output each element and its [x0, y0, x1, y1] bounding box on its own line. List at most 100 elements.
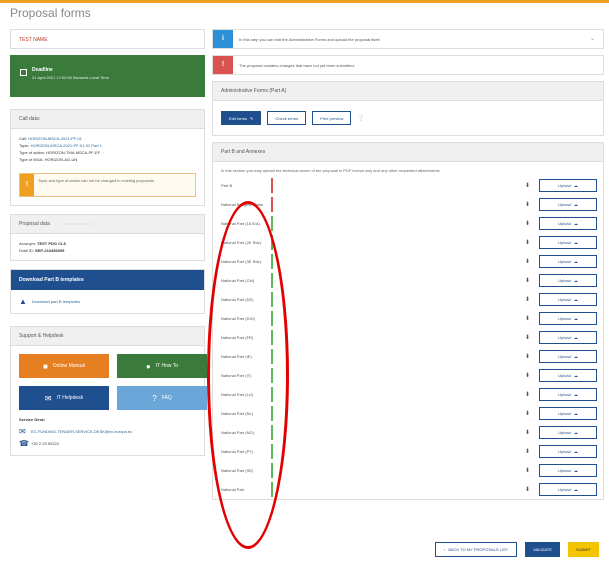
submit-button[interactable]: SUBMIT [567, 542, 599, 557]
annex-status-bar [271, 349, 273, 364]
upload-button[interactable]: Upload ☁ [539, 236, 597, 249]
upload-button[interactable]: Upload ☁ [539, 426, 597, 439]
online-manual-label: Online Manual [52, 363, 86, 369]
download-icon[interactable]: ⬇ [525, 486, 539, 493]
type-mga-value: HORIZON-AG-UN [44, 157, 78, 162]
download-icon[interactable]: ⬇ [525, 391, 539, 398]
online-manual-button[interactable]: ■ Online Manual [19, 354, 109, 378]
upload-button[interactable]: Upload ☁ [539, 312, 597, 325]
download-icon[interactable]: ⬇ [525, 182, 539, 189]
chevron-down-icon[interactable]: ⌄ [590, 35, 595, 42]
upload-label: Upload [558, 449, 571, 454]
annex-row: National Part (CM) ⬇ Upload ☁ [213, 271, 603, 290]
edit-forms-button[interactable]: Edit forms ✎ [221, 111, 262, 125]
download-icon[interactable]: ⬇ [525, 277, 539, 284]
annex-label: National Part (18 IEA) [221, 221, 260, 226]
support-heading: Support & Helpdesk [11, 327, 204, 346]
cloud-upload-icon: ☁ [573, 297, 578, 302]
annex-status-bar [271, 235, 273, 250]
upload-button[interactable]: Upload ☁ [539, 217, 597, 230]
upload-button[interactable]: Upload ☁ [539, 388, 597, 401]
annex-label: National Part (IT) [221, 373, 252, 378]
upload-button[interactable]: Upload ☁ [539, 293, 597, 306]
faq-button[interactable]: ? FAQ [117, 386, 207, 410]
annex-status-bar [271, 482, 273, 497]
download-icon[interactable]: ⬇ [525, 467, 539, 474]
download-icon[interactable]: ⬇ [525, 239, 539, 246]
upload-button[interactable]: Upload ☁ [539, 350, 597, 363]
upload-label: Upload [558, 259, 571, 264]
service-desk-email-link[interactable]: EC-FUNDING-TENDER-SERVICE-DESK@ec.europa… [31, 428, 132, 435]
cloud-upload-icon: ☁ [573, 468, 578, 473]
annex-row: National Part (DIG) ⬇ Upload ☁ [213, 309, 603, 328]
download-icon[interactable]: ⬇ [525, 448, 539, 455]
topic-warning-text: Topic and type of action can not be chan… [38, 178, 155, 183]
upload-label: Upload [558, 202, 571, 207]
annex-status-bar [271, 216, 273, 231]
topic-link[interactable]: HORIZON-MSCA-2021-PF-01-01 Part 1 [31, 143, 102, 148]
upload-button[interactable]: Upload ☁ [539, 274, 597, 287]
proposal-data-panel: Proposal data Acronym: TEST PDG CL8 Draf… [10, 214, 205, 261]
upload-button[interactable]: Upload ☁ [539, 445, 597, 458]
service-desk-phone: +32 2 29 92222 [31, 441, 59, 446]
annex-row: National Part (PT) ⬇ Upload ☁ [213, 442, 603, 461]
annex-status-bar [271, 178, 273, 193]
upload-label: Upload [558, 392, 571, 397]
annex-status-bar [271, 406, 273, 421]
envelope-icon: ✉ [19, 427, 26, 436]
download-icon[interactable]: ⬇ [525, 334, 539, 341]
question-icon: ? [152, 393, 157, 403]
admin-forms-panel: Administrative Forms (Part A) Edit forms… [212, 81, 604, 136]
cloud-upload-icon: ☁ [573, 240, 578, 245]
validate-button[interactable]: VALIDATE [525, 542, 560, 557]
upload-button[interactable]: Upload ☁ [539, 331, 597, 344]
annex-status-bar [271, 311, 273, 326]
check-errors-button[interactable]: Check errors [267, 111, 307, 125]
download-icon[interactable]: ⬇ [525, 353, 539, 360]
upload-label: Upload [558, 278, 571, 283]
upload-button[interactable]: Upload ☁ [539, 179, 597, 192]
annexes-heading: Part B and Annexes [213, 143, 603, 162]
upload-button[interactable]: Upload ☁ [539, 255, 597, 268]
faq-label: FAQ [161, 395, 172, 401]
upload-button[interactable]: Upload ☁ [539, 483, 597, 496]
annex-status-bar [271, 254, 273, 269]
annex-label: National Part [221, 487, 245, 492]
acronym-value: TEST PDG CL8 [37, 241, 66, 246]
it-helpdesk-button[interactable]: ✉ IT Helpdesk [19, 386, 109, 410]
upload-label: Upload [558, 411, 571, 416]
phone-icon: ☎ [19, 439, 29, 448]
templates-panel: Download Part B templates ▲ Download par… [10, 269, 205, 314]
download-icon[interactable]: ⬇ [525, 220, 539, 227]
annex-status-bar [271, 292, 273, 307]
upload-button[interactable]: Upload ☁ [539, 464, 597, 477]
type-action-value: HORIZON-TMA-MSCA-PF-EF [46, 150, 101, 155]
type-mga-label: Type of MGA: [19, 157, 44, 162]
call-data-panel: Call data: Call: HORIZON-MSCA-2021-PF-01… [10, 109, 205, 206]
back-to-list-button[interactable]: ‹ BACK TO MY PROPOSALS LIST [434, 542, 518, 557]
warning-icon: ! [20, 174, 34, 196]
upload-button[interactable]: Upload ☁ [539, 198, 597, 211]
download-icon[interactable]: ⬇ [525, 296, 539, 303]
download-icon[interactable]: ⬇ [525, 429, 539, 436]
annex-status-bar [271, 273, 273, 288]
cloud-upload-icon: ☁ [573, 449, 578, 454]
annex-status-bar [271, 197, 273, 212]
cloud-upload-icon: ☁ [573, 373, 578, 378]
download-icon[interactable]: ⬇ [525, 315, 539, 322]
download-icon[interactable]: ⬇ [525, 410, 539, 417]
upload-button[interactable]: Upload ☁ [539, 407, 597, 420]
download-icon[interactable]: ⬇ [525, 258, 539, 265]
upload-button[interactable]: Upload ☁ [539, 369, 597, 382]
it-how-to-button[interactable]: ● IT How To [117, 354, 207, 378]
admin-forms-heading: Administrative Forms (Part A) [213, 82, 603, 101]
download-icon[interactable]: ⬇ [525, 372, 539, 379]
call-value: HORIZON-MSCA-2021-PF-01 [28, 136, 82, 141]
acronym-label: Acronym: [19, 241, 36, 246]
download-icon[interactable]: ⬇ [525, 201, 539, 208]
print-preview-button[interactable]: Print preview [312, 111, 352, 125]
help-icon[interactable]: ❔ [357, 115, 364, 122]
download-templates-link[interactable]: ▲ Download part B templates [11, 290, 204, 313]
upload-label: Upload [558, 373, 571, 378]
page-title: Proposal forms [10, 6, 91, 20]
